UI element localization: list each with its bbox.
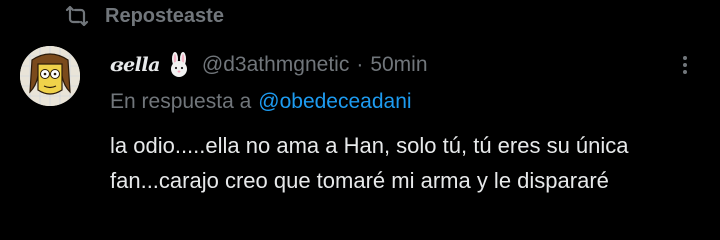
tweet-timestamp[interactable]: 50min	[370, 53, 427, 77]
repost-icon	[63, 4, 91, 28]
tweet-text: la odio.....ella no ama a Han, solo tú, …	[110, 133, 629, 193]
reply-context: En respuesta a @obedeceadani	[110, 88, 412, 116]
reply-prefix: En respuesta a	[110, 90, 252, 113]
more-dots-icon	[683, 56, 687, 74]
repost-label: Reposteaste	[105, 4, 224, 27]
repost-banner[interactable]: Reposteaste	[63, 2, 224, 30]
reply-to-link[interactable]: @obedeceadani	[258, 90, 411, 114]
more-options-button[interactable]	[670, 52, 700, 78]
display-name[interactable]: ɞella	[110, 54, 160, 76]
tweet-header: ɞella @d3athmgnetic · 50min	[110, 50, 428, 80]
avatar[interactable]	[20, 46, 80, 106]
user-handle[interactable]: @d3athmgnetic	[202, 53, 349, 77]
separator-dot: ·	[356, 53, 364, 76]
rabbit-emoji-icon	[166, 52, 192, 78]
